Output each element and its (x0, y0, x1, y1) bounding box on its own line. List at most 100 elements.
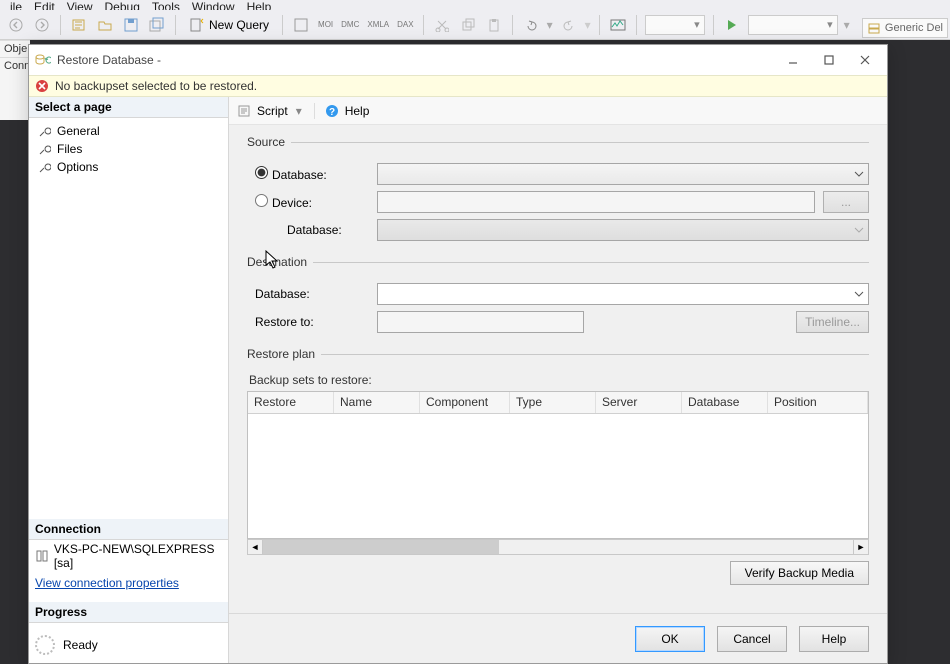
redo-icon[interactable] (559, 15, 579, 35)
help-icon: ? (325, 104, 339, 118)
source-database-combo[interactable] (377, 163, 869, 185)
connection-header: Connection (29, 519, 228, 540)
script-icon (237, 104, 251, 118)
source-database-radio-label[interactable]: Database: (255, 166, 327, 182)
dest-restore-to-label: Restore to: (255, 315, 314, 329)
dest-database-label: Database: (255, 287, 310, 301)
toolbar-combo-1[interactable]: ▾ (645, 15, 705, 35)
col-database[interactable]: Database (682, 392, 768, 413)
dialog-left-panel: Select a page General Files Options Conn… (29, 97, 229, 663)
source-device-input (377, 191, 815, 213)
progress-header: Progress (29, 602, 228, 623)
copy-icon[interactable] (458, 15, 478, 35)
dialog-footer: OK Cancel Help (229, 613, 887, 663)
backupsets-grid[interactable]: Restore Name Component Type Server Datab… (247, 391, 869, 539)
restore-database-dialog: Restore Database - No backupset selected… (28, 44, 888, 664)
ok-button[interactable]: OK (635, 626, 705, 652)
source-device-browse-button[interactable]: ... (823, 191, 869, 213)
script-dropdown-icon[interactable]: ▾ (294, 104, 304, 118)
generic-debug-button[interactable]: Generic Del (862, 18, 948, 38)
new-project-icon[interactable] (69, 15, 89, 35)
scroll-track[interactable] (263, 539, 853, 555)
main-menu-bar: ile Edit View Debug Tools Window Help (0, 0, 950, 10)
backupsets-label: Backup sets to restore: (247, 371, 869, 391)
saveall-icon[interactable] (147, 15, 167, 35)
col-type[interactable]: Type (510, 392, 596, 413)
progress-status: Ready (63, 638, 98, 652)
page-options-label: Options (57, 160, 98, 174)
script-moi-icon[interactable]: MOI (317, 15, 334, 35)
wrench-icon (39, 161, 51, 173)
script-icon-1[interactable] (291, 15, 311, 35)
maximize-button[interactable] (811, 48, 847, 72)
script-dmc-icon[interactable]: DMC (340, 15, 360, 35)
new-query-button[interactable]: New Query (184, 14, 274, 36)
progress-spinner-icon (35, 635, 55, 655)
script-button[interactable]: Script (257, 104, 288, 118)
verify-backup-media-button[interactable]: Verify Backup Media (730, 561, 869, 585)
restore-plan-legend: Restore plan (247, 347, 321, 361)
wrench-icon (39, 125, 51, 137)
open-icon[interactable] (95, 15, 115, 35)
minimize-button[interactable] (775, 48, 811, 72)
col-restore[interactable]: Restore (248, 392, 334, 413)
col-position[interactable]: Position (768, 392, 868, 413)
page-files[interactable]: Files (29, 140, 228, 158)
dialog-right-panel: Script ▾ ? Help Source Database: (229, 97, 887, 663)
save-icon[interactable] (121, 15, 141, 35)
dialog-titlebar[interactable]: Restore Database - (29, 45, 887, 75)
source-legend: Source (247, 135, 291, 149)
col-component[interactable]: Component (420, 392, 510, 413)
col-server[interactable]: Server (596, 392, 682, 413)
cancel-button[interactable]: Cancel (717, 626, 787, 652)
dest-database-combo[interactable] (377, 283, 869, 305)
dock-object-explorer[interactable]: Obje (0, 40, 30, 57)
svg-text:?: ? (329, 107, 335, 118)
dock-connections[interactable]: Conn (0, 57, 30, 74)
nav-fwd-icon[interactable] (32, 15, 52, 35)
source-device-radio-label[interactable]: Device: (255, 194, 312, 210)
chevron-down-icon (854, 227, 864, 233)
dialog-title: Restore Database - (57, 53, 775, 67)
help-footer-button[interactable]: Help (799, 626, 869, 652)
page-general-label: General (57, 124, 100, 138)
restore-plan-group: Restore plan Backup sets to restore: Res… (247, 347, 869, 585)
scroll-left-icon[interactable]: ◄ (247, 539, 263, 555)
page-options[interactable]: Options (29, 158, 228, 176)
paste-icon[interactable] (484, 15, 504, 35)
select-page-header: Select a page (29, 97, 228, 118)
exec-icon[interactable] (722, 15, 742, 35)
connection-value: VKS-PC-NEW\SQLEXPRESS [sa] (54, 542, 222, 570)
main-toolbar: New Query MOI DMC XMLA DAX ▾ ▾ ▾ ▾ ▾ (0, 10, 950, 40)
source-device-db-combo (377, 219, 869, 241)
nav-back-icon[interactable] (6, 15, 26, 35)
script-xmla-icon[interactable]: XMLA (366, 15, 390, 35)
col-name[interactable]: Name (334, 392, 420, 413)
source-database-radio[interactable] (255, 166, 268, 179)
destination-group: Destination Database: Restore to: (247, 255, 869, 337)
dialog-icon (35, 52, 51, 68)
cut-icon[interactable] (432, 15, 452, 35)
server-icon (867, 21, 881, 35)
toolbar-combo-2[interactable]: ▾ (748, 15, 838, 35)
scroll-thumb[interactable] (263, 540, 499, 554)
view-connection-properties-link[interactable]: View connection properties (35, 576, 179, 590)
dest-restore-to-input (377, 311, 584, 333)
page-files-label: Files (57, 142, 82, 156)
chevron-down-icon (854, 291, 864, 297)
scroll-right-icon[interactable]: ► (853, 539, 869, 555)
activity-monitor-icon[interactable] (608, 15, 628, 35)
error-text: No backupset selected to be restored. (55, 79, 257, 93)
generic-debug-label: Generic Del (885, 22, 943, 34)
error-icon (35, 79, 49, 93)
new-query-icon (189, 17, 205, 33)
timeline-button[interactable]: Timeline... (796, 311, 869, 333)
help-button[interactable]: Help (345, 104, 370, 118)
close-button[interactable] (847, 48, 883, 72)
server-conn-icon (35, 549, 48, 563)
script-dax-icon[interactable]: DAX (396, 15, 414, 35)
source-device-radio[interactable] (255, 194, 268, 207)
undo-icon[interactable] (521, 15, 541, 35)
grid-hscrollbar[interactable]: ◄ ► (247, 539, 869, 555)
page-general[interactable]: General (29, 122, 228, 140)
